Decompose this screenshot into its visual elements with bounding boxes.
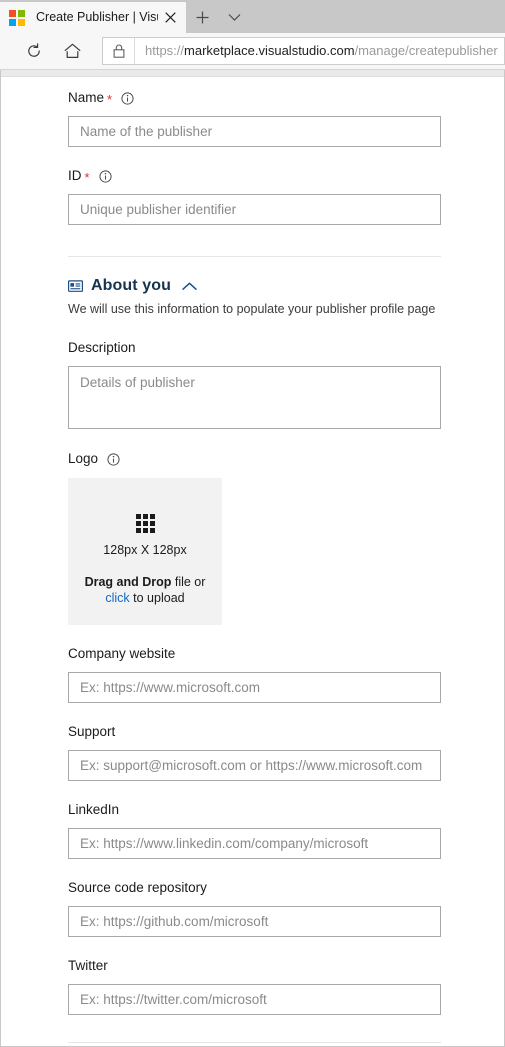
footer-divider xyxy=(68,1042,441,1043)
field-twitter: Twitter Ex: https://twitter.com/microsof… xyxy=(68,957,504,1015)
url-domain: marketplace.visualstudio.com xyxy=(184,43,355,58)
logo-dimensions-text: 128px X 128px xyxy=(103,543,187,557)
lock-icon xyxy=(103,38,135,64)
address-bar-url: https://marketplace.visualstudio.com/man… xyxy=(135,38,498,64)
support-input[interactable]: Ex: support@microsoft.com or https://www… xyxy=(68,750,441,781)
linkedin-label-row: LinkedIn xyxy=(68,801,504,819)
home-icon[interactable] xyxy=(56,35,88,67)
twitter-label: Twitter xyxy=(68,958,108,973)
logo-drag-rest: file or xyxy=(171,575,206,589)
twitter-placeholder: Ex: https://twitter.com/microsoft xyxy=(80,992,267,1007)
name-label: Name xyxy=(68,90,105,105)
name-input-placeholder: Name of the publisher xyxy=(80,124,213,139)
name-label-row: Name * xyxy=(68,89,504,107)
name-input[interactable]: Name of the publisher xyxy=(68,116,441,147)
grid-icon xyxy=(135,514,155,533)
company-website-placeholder: Ex: https://www.microsoft.com xyxy=(80,680,261,695)
info-icon[interactable] xyxy=(107,452,120,466)
support-label: Support xyxy=(68,724,116,739)
refresh-icon[interactable] xyxy=(18,35,50,67)
logo-drag-strong: Drag and Drop xyxy=(84,575,172,589)
about-you-subtitle: We will use this information to populate… xyxy=(68,302,436,316)
browser-window: Create Publisher | Visua https://marketp… xyxy=(0,0,505,1047)
chevron-up-icon[interactable] xyxy=(182,282,197,291)
company-website-label-row: Company website xyxy=(68,645,504,663)
field-description: Description Details of publisher xyxy=(68,339,504,429)
description-placeholder: Details of publisher xyxy=(80,375,195,390)
field-id: ID * Unique publisher identifier xyxy=(68,167,504,225)
about-you-title: About you xyxy=(91,277,171,294)
url-prefix: https:// xyxy=(145,43,185,58)
name-required-marker: * xyxy=(107,91,113,107)
new-tab-button[interactable] xyxy=(186,2,218,33)
linkedin-placeholder: Ex: https://www.linkedin.com/company/mic… xyxy=(80,836,369,851)
contact-card-icon xyxy=(68,279,83,293)
source-code-repository-placeholder: Ex: https://github.com/microsoft xyxy=(80,914,269,929)
browser-toolbar: https://marketplace.visualstudio.com/man… xyxy=(0,33,505,70)
field-name: Name * Name of the publisher xyxy=(68,89,504,147)
id-label: ID xyxy=(68,168,82,183)
logo-click-link[interactable]: click xyxy=(105,591,129,605)
page-viewport: Name * Name of the publisher ID * Unique… xyxy=(0,70,505,1047)
about-you-section-header[interactable]: About you xyxy=(68,277,504,295)
id-label-row: ID * xyxy=(68,167,504,185)
logo-dropzone[interactable]: 128px X 128px Drag and Drop file or clic… xyxy=(68,478,222,625)
support-label-row: Support xyxy=(68,723,504,741)
address-bar[interactable]: https://marketplace.visualstudio.com/man… xyxy=(102,37,505,65)
company-website-label: Company website xyxy=(68,646,176,661)
source-code-repository-label-row: Source code repository xyxy=(68,879,504,897)
close-icon[interactable] xyxy=(158,6,182,30)
description-label: Description xyxy=(68,340,136,355)
browser-tab-active[interactable]: Create Publisher | Visua xyxy=(0,2,186,33)
logo-label-row: Logo xyxy=(68,450,504,468)
logo-click-text: click to upload xyxy=(105,591,184,605)
browser-tab-strip: Create Publisher | Visua xyxy=(0,0,505,33)
section-divider xyxy=(68,256,441,257)
id-input-placeholder: Unique publisher identifier xyxy=(80,202,237,217)
logo-click-rest: to upload xyxy=(129,591,185,605)
field-logo: Logo 128px X 128px Drag and Drop file or… xyxy=(68,450,504,625)
page-top-strip xyxy=(1,70,504,77)
field-company-website: Company website Ex: https://www.microsof… xyxy=(68,645,504,703)
source-code-repository-label: Source code repository xyxy=(68,880,207,895)
linkedin-input[interactable]: Ex: https://www.linkedin.com/company/mic… xyxy=(68,828,441,859)
create-publisher-form: Name * Name of the publisher ID * Unique… xyxy=(1,77,504,1046)
tab-list-chevron-down-icon[interactable] xyxy=(218,2,250,33)
field-source-code-repository: Source code repository Ex: https://githu… xyxy=(68,879,504,937)
url-path: /manage/createpublisher xyxy=(354,43,498,58)
logo-label: Logo xyxy=(68,451,99,466)
logo-drag-text: Drag and Drop file or xyxy=(85,575,206,589)
support-placeholder: Ex: support@microsoft.com or https://www… xyxy=(80,758,423,773)
twitter-input[interactable]: Ex: https://twitter.com/microsoft xyxy=(68,984,441,1015)
source-code-repository-input[interactable]: Ex: https://github.com/microsoft xyxy=(68,906,441,937)
description-label-row: Description xyxy=(68,339,504,357)
id-input[interactable]: Unique publisher identifier xyxy=(68,194,441,225)
company-website-input[interactable]: Ex: https://www.microsoft.com xyxy=(68,672,441,703)
field-linkedin: LinkedIn Ex: https://www.linkedin.com/co… xyxy=(68,801,504,859)
info-icon[interactable] xyxy=(121,91,134,105)
twitter-label-row: Twitter xyxy=(68,957,504,975)
info-icon[interactable] xyxy=(98,169,112,183)
microsoft-logo-icon xyxy=(9,9,25,26)
id-required-marker: * xyxy=(84,169,90,185)
tab-title: Create Publisher | Visua xyxy=(36,10,158,24)
description-textarea[interactable]: Details of publisher xyxy=(68,366,441,429)
linkedin-label: LinkedIn xyxy=(68,802,120,817)
field-support: Support Ex: support@microsoft.com or htt… xyxy=(68,723,504,781)
